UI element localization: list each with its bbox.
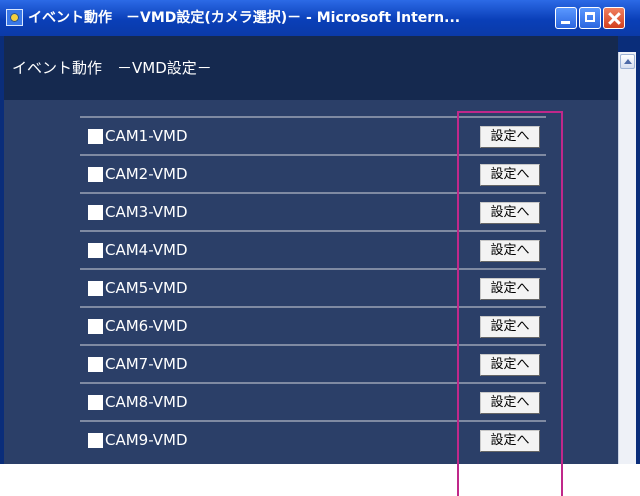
- camera-label: CAM8-VMD: [105, 393, 188, 411]
- settings-button[interactable]: 設定へ: [480, 354, 540, 376]
- internet-explorer-icon: [6, 9, 23, 26]
- camera-checkbox[interactable]: [88, 357, 103, 372]
- settings-button[interactable]: 設定へ: [480, 240, 540, 262]
- camera-row-9: CAM9-VMD 設定へ: [80, 420, 546, 458]
- scroll-up-arrow-icon[interactable]: [620, 54, 635, 69]
- camera-list: CAM1-VMD 設定へ CAM2-VMD 設定へ CAM3-VMD 設定へ C…: [4, 100, 618, 464]
- camera-label: CAM2-VMD: [105, 165, 188, 183]
- camera-checkbox[interactable]: [88, 167, 103, 182]
- close-button[interactable]: [603, 7, 625, 29]
- camera-row-7: CAM7-VMD 設定へ: [80, 344, 546, 382]
- camera-checkbox[interactable]: [88, 319, 103, 334]
- camera-row-1: CAM1-VMD 設定へ: [80, 116, 546, 154]
- camera-label: CAM3-VMD: [105, 203, 188, 221]
- camera-label: CAM9-VMD: [105, 431, 188, 449]
- page-header: イベント動作 －VMD設定－: [4, 36, 618, 100]
- vertical-scrollbar[interactable]: [618, 52, 636, 464]
- settings-button[interactable]: 設定へ: [480, 392, 540, 414]
- title-bar[interactable]: イベント動作 －VMD設定(カメラ選択)－ - Microsoft Intern…: [0, 0, 640, 37]
- camera-checkbox[interactable]: [88, 243, 103, 258]
- browser-window: イベント動作 －VMD設定(カメラ選択)－ - Microsoft Intern…: [0, 0, 640, 464]
- camera-checkbox[interactable]: [88, 129, 103, 144]
- camera-label: CAM7-VMD: [105, 355, 188, 373]
- minimize-button[interactable]: [555, 7, 577, 29]
- camera-label: CAM5-VMD: [105, 279, 188, 297]
- page-title: イベント動作 －VMD設定－: [12, 59, 212, 77]
- camera-checkbox[interactable]: [88, 395, 103, 410]
- camera-row-3: CAM3-VMD 設定へ: [80, 192, 546, 230]
- camera-row-4: CAM4-VMD 設定へ: [80, 230, 546, 268]
- camera-checkbox[interactable]: [88, 281, 103, 296]
- page-content: イベント動作 －VMD設定－ CAM1-VMD 設定へ CAM2-VMD 設定へ…: [4, 36, 618, 464]
- camera-row-5: CAM5-VMD 設定へ: [80, 268, 546, 306]
- settings-button[interactable]: 設定へ: [480, 278, 540, 300]
- settings-button[interactable]: 設定へ: [480, 202, 540, 224]
- camera-row-6: CAM6-VMD 設定へ: [80, 306, 546, 344]
- camera-label: CAM1-VMD: [105, 127, 188, 145]
- camera-checkbox[interactable]: [88, 433, 103, 448]
- window-title: イベント動作 －VMD設定(カメラ選択)－ - Microsoft Intern…: [28, 10, 461, 26]
- settings-button[interactable]: 設定へ: [480, 126, 540, 148]
- settings-button[interactable]: 設定へ: [480, 316, 540, 338]
- camera-label: CAM6-VMD: [105, 317, 188, 335]
- settings-button[interactable]: 設定へ: [480, 430, 540, 452]
- camera-label: CAM4-VMD: [105, 241, 188, 259]
- camera-row-8: CAM8-VMD 設定へ: [80, 382, 546, 420]
- camera-row-2: CAM2-VMD 設定へ: [80, 154, 546, 192]
- settings-button[interactable]: 設定へ: [480, 164, 540, 186]
- camera-checkbox[interactable]: [88, 205, 103, 220]
- maximize-button[interactable]: [579, 7, 601, 29]
